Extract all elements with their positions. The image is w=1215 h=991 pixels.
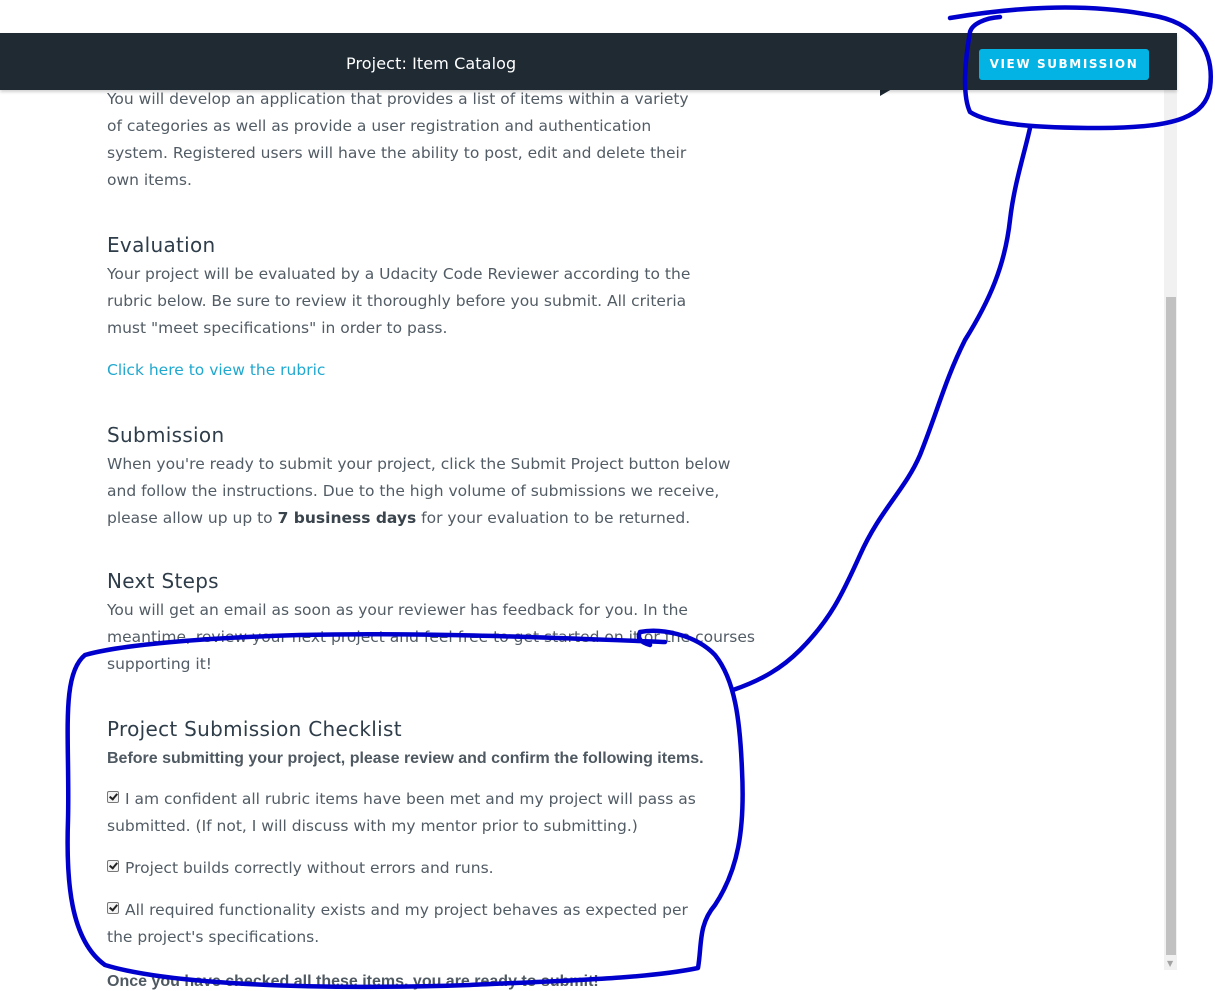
checklist-item: Project builds correctly without errors … [107,855,707,882]
checklist-heading: Project Submission Checklist [107,717,402,741]
evaluation-text: Your project will be evaluated by a Udac… [107,265,691,337]
checklist-item: I am confident all rubric items have bee… [107,786,707,840]
checklist-outro: Once you have checked all these items, y… [107,973,599,990]
project-title: Project: Item Catalog [346,54,517,73]
next-steps-heading: Next Steps [107,569,219,593]
checklist-item-label: I am confident all rubric items have bee… [107,790,696,835]
scrollbar-thumb[interactable] [1166,297,1176,955]
checklist-item-label: All required functionality exists and my… [107,901,688,946]
scroll-down-arrow-icon[interactable]: ▼ [1167,960,1173,968]
checklist-item: All required functionality exists and my… [107,897,707,951]
project-description: You will develop an application that pro… [107,86,767,991]
intro-text: You will develop an application that pro… [107,90,689,189]
checkbox[interactable] [107,860,119,872]
evaluation-heading: Evaluation [107,233,216,257]
checkbox[interactable] [107,902,119,914]
checkbox[interactable] [107,791,119,803]
submission-text-after: for your evaluation to be returned. [416,509,691,527]
next-steps-text: You will get an email as soon as your re… [107,601,755,673]
rubric-link[interactable]: Click here to view the rubric [107,361,325,379]
submission-days: 7 business days [277,509,417,527]
checklist-item-label: Project builds correctly without errors … [125,859,494,877]
submission-heading: Submission [107,423,225,447]
view-submission-button[interactable]: VIEW SUBMISSION [979,49,1149,80]
annotation-connector-line [730,125,1033,693]
checklist-intro: Before submitting your project, please r… [107,750,704,767]
submission-text: When you're ready to submit your project… [107,451,747,532]
header-pointer-icon [880,89,892,96]
project-header-bar: Project: Item Catalog VIEW SUBMISSION [0,33,1177,90]
page: You will develop an application that pro… [0,0,1215,991]
